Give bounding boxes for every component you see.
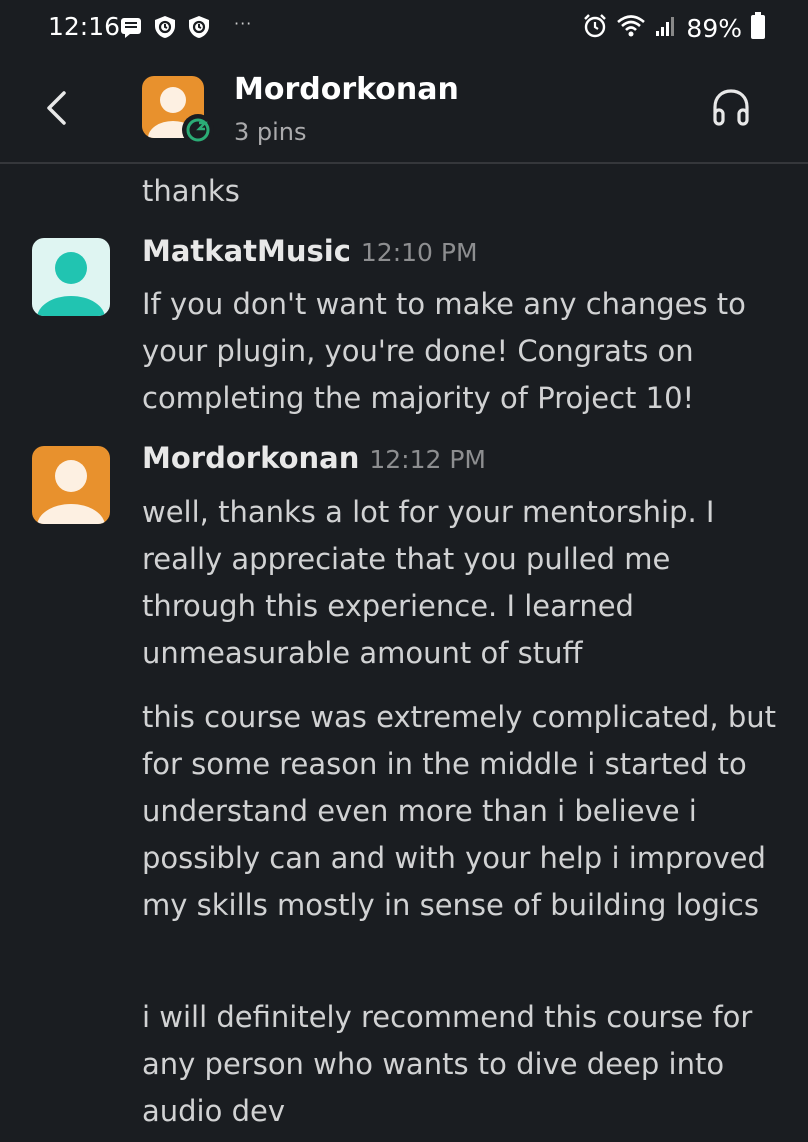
back-button[interactable] [36, 86, 76, 130]
message-text: i will definitely recommend this course … [142, 1000, 753, 1128]
shield-icon [152, 14, 178, 40]
message-header: Mordorkonan 12:12 PM [142, 441, 486, 475]
wifi-icon [616, 13, 646, 43]
away-status-icon [182, 114, 214, 146]
message-text: well, thanks a lot for your mentorship. … [142, 495, 715, 670]
notification-icons [118, 14, 212, 40]
message-text: If you don't want to make any changes to… [142, 287, 746, 415]
system-icons: 89% [582, 12, 766, 44]
conversation-header: Mordorkonan 3 pins [0, 56, 808, 164]
battery-icon [750, 12, 766, 44]
message-icon [118, 14, 144, 40]
author-avatar[interactable] [32, 446, 110, 524]
pins-count[interactable]: 3 pins [234, 118, 307, 146]
headphones-icon [709, 85, 753, 133]
message-header: MatkatMusic 12:10 PM [142, 234, 478, 268]
conversation-title[interactable]: Mordorkonan [234, 72, 459, 107]
author-name[interactable]: Mordorkonan [142, 441, 359, 475]
status-time: 12:16 [48, 12, 121, 41]
shield-icon [186, 14, 212, 40]
author-avatar[interactable] [32, 238, 110, 316]
alarm-icon [582, 13, 608, 43]
battery-percentage: 89% [686, 13, 742, 43]
message-timestamp: 12:12 PM [369, 445, 486, 474]
more-notifications-indicator: ··· [234, 14, 253, 33]
message-text: this course was extremely complicated, b… [142, 700, 777, 922]
status-bar: 12:16 ··· 89% [0, 0, 808, 56]
huddle-button[interactable] [706, 84, 756, 134]
message-text: thanks [142, 174, 240, 208]
author-name[interactable]: MatkatMusic [142, 234, 351, 268]
message-timestamp: 12:10 PM [360, 238, 478, 267]
signal-icon [654, 14, 678, 42]
